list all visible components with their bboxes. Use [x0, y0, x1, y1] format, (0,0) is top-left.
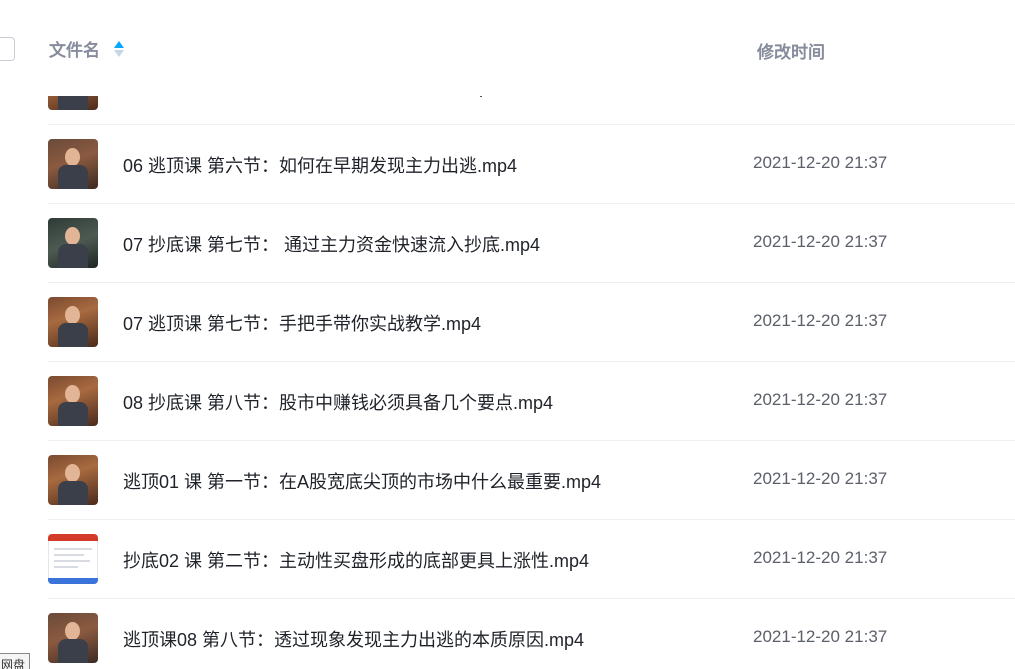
- column-header-filename[interactable]: 文件名: [49, 36, 124, 61]
- file-name[interactable]: 08 抄底课 第八节：股市中赚钱必须具备几个要点.mp4: [123, 389, 553, 415]
- select-all-checkbox[interactable]: [0, 37, 15, 61]
- file-name[interactable]: 06 逃顶课 第六节：如何在早期发现主力出逃.mp4: [123, 152, 517, 178]
- file-row[interactable]: 逃顶课08 第八节：透过现象发现主力出逃的本质原因.mp4 2021-12-20 …: [48, 599, 1015, 669]
- video-thumbnail[interactable]: [48, 376, 98, 426]
- list-header: 文件名 修改时间: [0, 0, 1015, 96]
- video-thumbnail[interactable]: [48, 297, 98, 347]
- file-modified-time: 2021-12-20 21:37: [753, 627, 888, 646]
- video-thumbnail[interactable]: [48, 218, 98, 268]
- file-row[interactable]: 逃顶01 课 第一节：在A股宽底尖顶的市场中什么最重要.mp4 2021-12-2…: [48, 441, 1015, 520]
- file-name[interactable]: 07 抄底课 第七节： 通过主力资金快速流入抄底.mp4: [123, 231, 540, 257]
- file-row[interactable]: 07 逃顶课 第七节：手把手带你实战教学.mp4 2021-12-20 21:37: [48, 283, 1015, 362]
- file-modified-time: 2021-12-20 21:37: [753, 390, 888, 409]
- file-row[interactable]: 06 逃顶课 第六节：如何在早期发现主力出逃.mp4 2021-12-20 21:…: [48, 125, 1015, 204]
- file-modified-time: 2021-12-20 21:37: [753, 548, 888, 567]
- file-modified-time: 2021-12-20 21:37: [753, 153, 888, 172]
- file-row[interactable]: 08 抄底课 第八节：股市中赚钱必须具备几个要点.mp4 2021-12-20 2…: [48, 362, 1015, 441]
- video-thumbnail[interactable]: [48, 534, 98, 584]
- file-row[interactable]: 抄底02 课 第二节：主动性买盘形成的底部更具上涨性.mp4 2021-12-20…: [48, 520, 1015, 599]
- file-modified-time: 2021-12-20 21:37: [753, 311, 888, 330]
- sort-icon[interactable]: [114, 40, 124, 57]
- column-header-filename-label: 文件名: [49, 41, 100, 60]
- file-modified-time: 2021-12-20 21:37: [753, 469, 888, 488]
- file-modified-time: 2021-12-20 21:37: [753, 232, 888, 251]
- file-name[interactable]: 逃顶01 课 第一节：在A股宽底尖顶的市场中什么最重要.mp4: [123, 468, 601, 494]
- file-name[interactable]: 07 逃顶课 第七节：手把手带你实战教学.mp4: [123, 310, 481, 336]
- video-thumbnail[interactable]: [48, 139, 98, 189]
- file-name[interactable]: 逃顶课08 第八节：透过现象发现主力出逃的本质原因.mp4: [123, 626, 584, 652]
- tooltip: 网盘: [0, 653, 30, 669]
- video-thumbnail[interactable]: [48, 455, 98, 505]
- file-name[interactable]: 抄底02 课 第二节：主动性买盘形成的底部更具上涨性.mp4: [123, 547, 589, 573]
- file-row[interactable]: 07 抄底课 第七节： 通过主力资金快速流入抄底.mp4 2021-12-20 2…: [48, 204, 1015, 283]
- file-list: 06 抄底课 第六节：买方主力资金护盘模式.mp42021-12-20 21:3…: [48, 46, 1015, 669]
- video-thumbnail[interactable]: [48, 613, 98, 663]
- column-header-modified-time[interactable]: 修改时间: [757, 38, 825, 63]
